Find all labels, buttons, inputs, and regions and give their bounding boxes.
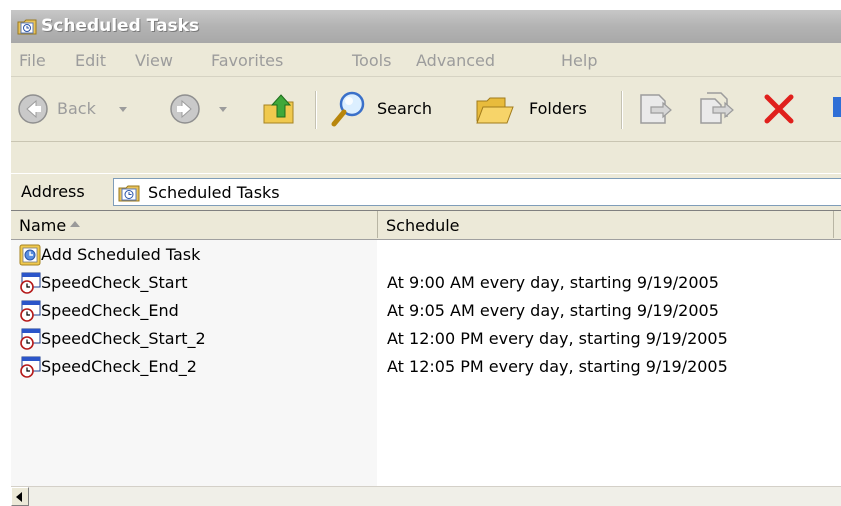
list-item-task[interactable]: SpeedCheck_End At 9:05 AM every day, sta… [11,297,841,325]
scheduled-tasks-folder-icon [17,19,37,35]
forward-dropdown-icon[interactable] [219,107,227,112]
delete-x-icon [764,94,794,124]
list-item-task[interactable]: SpeedCheck_Start At 9:00 AM every day, s… [11,269,841,297]
menu-help[interactable]: Help [561,51,597,70]
address-input[interactable]: Scheduled Tasks [113,178,841,206]
column-header-name[interactable]: Name [11,211,378,238]
menu-bar: File Edit View Favorites Tools Advanced … [11,44,841,77]
forward-arrow-icon [170,94,200,124]
undo-button[interactable] [829,77,841,141]
column-header-schedule-label: Schedule [386,216,460,235]
column-header-schedule[interactable]: Schedule [378,211,834,238]
undo-icon [833,97,841,117]
list-item-name: SpeedCheck_End [41,301,179,320]
back-arrow-icon [18,94,48,124]
list-item-name: SpeedCheck_End_2 [41,357,197,376]
scheduled-task-icon [20,328,41,350]
list-item-schedule: At 12:05 PM every day, starting 9/19/200… [387,357,728,376]
back-button[interactable]: Back [15,77,165,141]
forward-button[interactable] [165,77,235,141]
menu-view[interactable]: View [135,51,173,70]
menu-file[interactable]: File [19,51,46,70]
list-item-schedule: At 12:00 PM every day, starting 9/19/200… [387,329,728,348]
scroll-left-arrow-icon [16,492,22,502]
search-button[interactable]: Search [325,77,467,141]
list-item-add-scheduled-task[interactable]: Add Scheduled Task [11,241,841,269]
address-label: Address [21,182,85,201]
toolbar-separator [621,91,623,129]
list-item-schedule: At 9:00 AM every day, starting 9/19/2005 [387,273,719,292]
list-item-task[interactable]: SpeedCheck_Start_2 At 12:00 PM every day… [11,325,841,353]
sort-ascending-icon [70,221,80,227]
desktop-edge [0,10,4,506]
menu-advanced[interactable]: Advanced [416,51,495,70]
list-header: Name Schedule [11,211,841,240]
title-bar[interactable]: Scheduled Tasks [11,10,841,43]
move-to-icon [640,94,672,124]
scheduled-task-icon [20,272,41,294]
address-bar: Address Scheduled Tasks [11,173,841,211]
scheduled-task-icon [20,300,41,322]
address-value: Scheduled Tasks [148,183,280,202]
copy-to-icon [700,92,734,124]
menu-favorites[interactable]: Favorites [211,51,283,70]
folders-label: Folders [529,99,587,118]
search-label: Search [377,99,432,118]
window-title: Scheduled Tasks [41,16,200,36]
add-task-icon [19,244,41,266]
menu-edit[interactable]: Edit [75,51,106,70]
folders-button[interactable]: Folders [471,77,611,141]
scheduled-tasks-folder-icon [118,185,140,202]
copy-to-button[interactable] [695,77,739,141]
back-dropdown-icon[interactable] [119,107,127,112]
list-item-task[interactable]: SpeedCheck_End_2 At 12:05 PM every day, … [11,353,841,381]
explorer-window: Scheduled Tasks File Edit View Favorites… [11,10,841,506]
back-label: Back [57,99,96,118]
folders-icon [476,97,514,124]
toolbar-separator [315,91,317,129]
list-item-schedule: At 9:05 AM every day, starting 9/19/2005 [387,301,719,320]
column-header-name-label: Name [19,216,67,235]
standard-toolbar: Back Search Folders [11,77,841,142]
menu-tools[interactable]: Tools [352,51,391,70]
list-item-name: SpeedCheck_Start_2 [41,329,206,348]
move-to-button[interactable] [635,77,679,141]
up-folder-button[interactable] [259,77,303,141]
horizontal-scrollbar[interactable] [11,486,841,506]
list-item-name: SpeedCheck_Start [41,273,188,292]
up-folder-icon [263,94,294,124]
list-item-name: Add Scheduled Task [41,245,201,264]
file-list: Name Schedule Add Scheduled Task SpeedCh… [11,210,841,487]
search-icon [331,91,365,127]
scheduled-task-icon [20,356,41,378]
delete-button[interactable] [759,77,803,141]
scroll-left-button[interactable] [11,487,29,506]
